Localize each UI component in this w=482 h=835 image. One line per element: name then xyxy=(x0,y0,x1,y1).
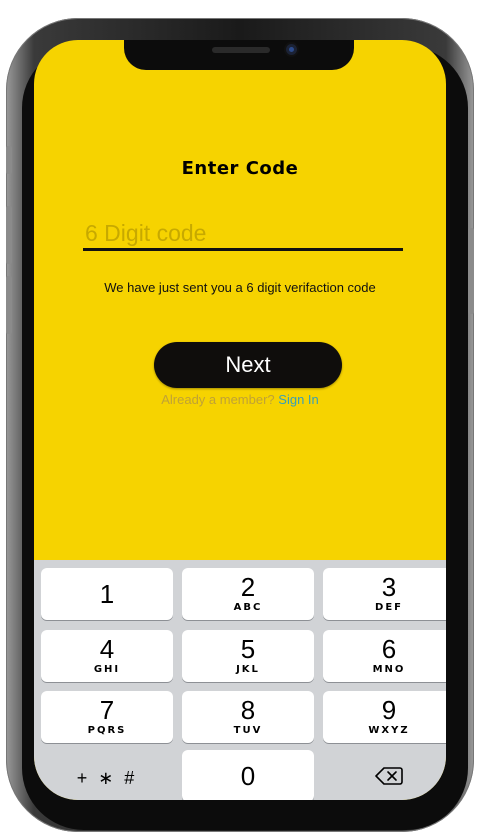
backspace-icon xyxy=(375,767,403,785)
key-letters: GHI xyxy=(93,664,121,675)
numeric-keypad: 1 2 ABC 3 DEF 4 GHI 5 JKL 6 MNO 7 PQRS 8… xyxy=(34,560,446,800)
key-digit: 1 xyxy=(99,579,115,609)
key-digit: 5 xyxy=(240,634,256,664)
key-7[interactable]: 7 PQRS xyxy=(41,691,173,743)
key-digit: 0 xyxy=(240,761,256,791)
sign-in-link[interactable]: Sign In xyxy=(278,392,318,407)
code-input[interactable] xyxy=(83,218,403,251)
key-letters: DEF xyxy=(375,602,403,613)
key-8[interactable]: 8 TUV xyxy=(182,691,314,743)
key-letters: TUV xyxy=(233,725,263,736)
member-prompt: Already a member? xyxy=(161,392,275,407)
speaker-grill xyxy=(212,47,270,53)
key-letters: JKL xyxy=(236,664,260,675)
next-button[interactable]: Next xyxy=(154,342,342,388)
key-1[interactable]: 1 xyxy=(41,568,173,620)
camera-icon xyxy=(286,44,297,55)
key-letters: MNO xyxy=(372,664,406,675)
key-2[interactable]: 2 ABC xyxy=(182,568,314,620)
key-letters: WXYZ xyxy=(368,725,410,736)
mute-switch xyxy=(6,146,12,174)
power-button xyxy=(468,228,474,314)
key-6[interactable]: 6 MNO xyxy=(323,630,446,682)
key-letters: PQRS xyxy=(87,725,127,736)
key-digit: 4 xyxy=(99,634,115,664)
member-line: Already a member? Sign In xyxy=(34,392,446,407)
key-4[interactable]: 4 GHI xyxy=(41,630,173,682)
key-digit: 6 xyxy=(381,634,397,664)
key-digit: 8 xyxy=(240,695,256,725)
key-3[interactable]: 3 DEF xyxy=(323,568,446,620)
key-9[interactable]: 9 WXYZ xyxy=(323,691,446,743)
key-digit: 3 xyxy=(381,572,397,602)
key-letters: ABC xyxy=(233,602,263,613)
key-backspace[interactable] xyxy=(323,750,446,800)
key-digit: 7 xyxy=(99,695,115,725)
key-symbols[interactable]: + ∗ # xyxy=(41,750,173,800)
key-0[interactable]: 0 xyxy=(182,750,314,800)
key-5[interactable]: 5 JKL xyxy=(182,630,314,682)
app-screen: Enter Code We have just sent you a 6 dig… xyxy=(34,40,446,800)
volume-down-button xyxy=(6,276,12,334)
key-symbols-label: + ∗ # xyxy=(76,768,138,788)
key-digit: 2 xyxy=(240,572,256,602)
verification-info-text: We have just sent you a 6 digit verifact… xyxy=(104,280,376,295)
volume-up-button xyxy=(6,206,12,264)
notch xyxy=(124,40,354,70)
key-digit: 9 xyxy=(381,695,397,725)
page-title: Enter Code xyxy=(181,158,299,179)
